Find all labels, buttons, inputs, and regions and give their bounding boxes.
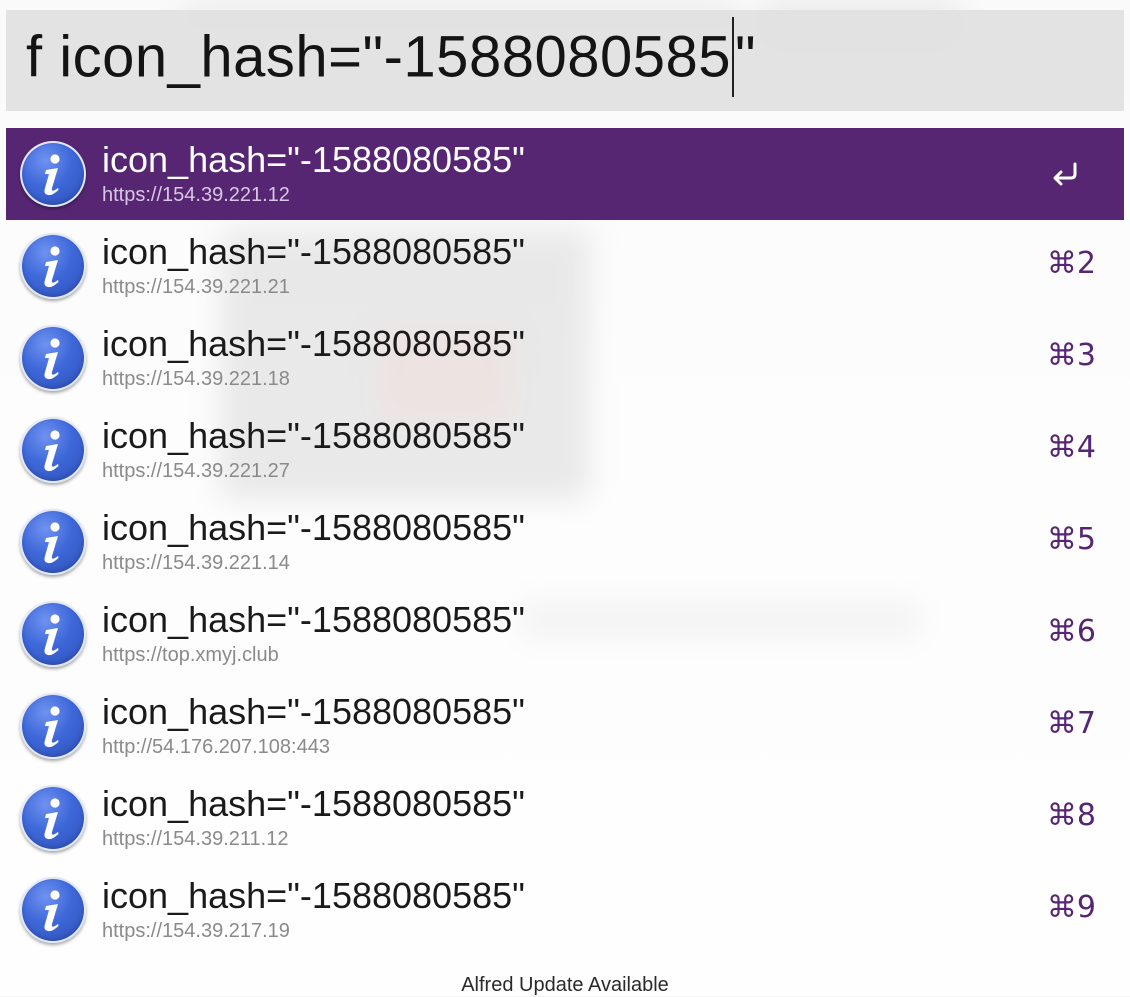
result-row[interactable]: icon_hash="-1588080585" https://154.39.22… <box>6 404 1124 496</box>
search-input[interactable]: f icon_hash="-1588080585" <box>26 16 757 101</box>
result-row[interactable]: icon_hash="-1588080585" https://154.39.22… <box>6 220 1124 312</box>
search-query-tail: " <box>735 23 757 89</box>
result-row-selected[interactable]: icon_hash="-1588080585" https://154.39.22… <box>6 128 1124 220</box>
shortcut-hint: ⌘2 <box>1046 246 1096 281</box>
info-icon <box>20 417 86 483</box>
search-bar[interactable]: f icon_hash="-1588080585" <box>6 10 1124 111</box>
text-caret <box>732 16 734 97</box>
result-row[interactable]: icon_hash="-1588080585" https://154.39.21… <box>6 864 1124 956</box>
result-url: https://154.39.221.14 <box>102 552 290 574</box>
result-url: http://54.176.207.108:443 <box>102 736 330 758</box>
result-title: icon_hash="-1588080585" <box>102 323 525 364</box>
result-url: https://154.39.221.27 <box>102 460 290 482</box>
info-icon <box>20 785 86 851</box>
result-row[interactable]: icon_hash="-1588080585" https://154.39.21… <box>6 772 1124 864</box>
result-title: icon_hash="-1588080585" <box>102 783 525 824</box>
result-title: icon_hash="-1588080585" <box>102 599 525 640</box>
result-title: icon_hash="-1588080585" <box>102 415 525 456</box>
info-icon <box>20 325 86 391</box>
shortcut-hint: ⌘3 <box>1046 338 1096 373</box>
result-row[interactable]: icon_hash="-1588080585" http://54.176.207… <box>6 680 1124 772</box>
info-icon <box>20 509 86 575</box>
info-icon <box>20 877 86 943</box>
result-title: icon_hash="-1588080585" <box>102 507 525 548</box>
shortcut-hint: ⌘5 <box>1046 522 1096 557</box>
shortcut-hint: ⌘6 <box>1046 614 1096 649</box>
info-icon <box>20 601 86 667</box>
shortcut-hint: ⌘4 <box>1046 430 1096 465</box>
shortcut-hint: ⌘9 <box>1046 890 1096 925</box>
info-icon <box>20 693 86 759</box>
result-title: icon_hash="-1588080585" <box>102 691 525 732</box>
update-available-notice[interactable]: Alfred Update Available <box>0 974 1130 997</box>
result-url: https://154.39.211.12 <box>102 828 289 850</box>
result-url: https://154.39.221.18 <box>102 368 290 390</box>
result-url: https://154.39.221.12 <box>102 184 290 206</box>
alfred-window: f icon_hash="-1588080585" icon_hash="-15… <box>0 0 1130 996</box>
info-icon <box>20 233 86 299</box>
search-query-text: f icon_hash="-1588080585 <box>26 23 731 89</box>
results-list: icon_hash="-1588080585" https://154.39.22… <box>6 128 1124 956</box>
result-row[interactable]: icon_hash="-1588080585" https://154.39.22… <box>6 312 1124 404</box>
shortcut-hint: ⌘7 <box>1046 706 1096 741</box>
result-title: icon_hash="-1588080585" <box>102 231 525 272</box>
shortcut-hint: ⌘8 <box>1046 798 1096 833</box>
result-row[interactable]: icon_hash="-1588080585" https://top.xmyj.… <box>6 588 1124 680</box>
info-icon <box>20 141 86 207</box>
return-icon <box>1050 156 1080 190</box>
result-url: https://top.xmyj.club <box>102 644 279 666</box>
result-url: https://154.39.217.19 <box>102 920 290 942</box>
result-title: icon_hash="-1588080585" <box>102 875 525 916</box>
result-row[interactable]: icon_hash="-1588080585" https://154.39.22… <box>6 496 1124 588</box>
result-url: https://154.39.221.21 <box>102 276 290 298</box>
result-title: icon_hash="-1588080585" <box>102 139 525 180</box>
